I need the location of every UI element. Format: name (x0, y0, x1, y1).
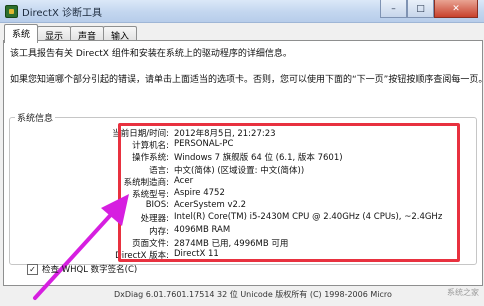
window-controls: – □ ✕ (380, 0, 478, 19)
maximize-button[interactable]: □ (407, 0, 434, 18)
whql-label: 检查 WHQL 数字签名(C) (42, 265, 138, 275)
pink-arrow-icon (33, 194, 129, 300)
system-info-label: 计算机名: (132, 141, 169, 152)
dxdiag-app-icon (5, 5, 18, 18)
system-info-row: 当前日期/时间: 2012年8月5日, 21:27:23 (4, 127, 474, 139)
title-bar: DirectX 诊断工具 – □ ✕ (0, 0, 484, 23)
window-title: DirectX 诊断工具 (22, 8, 102, 19)
tab-content-panel: 该工具报告有关 DirectX 组件和安装在系统上的驱动程序的详细信息。 如果您… (3, 40, 484, 300)
system-info-value: Acer (174, 175, 194, 186)
system-info-value: Intel(R) Core(TM) i5-2430M CPU @ 2.40GHz… (174, 212, 443, 223)
system-info-value: Windows 7 旗舰版 64 位 (6.1, 版本 7601) (174, 153, 343, 164)
tab-system[interactable]: 系统 (4, 24, 39, 43)
system-info-row: 计算机名: PERSONAL-PC (4, 139, 474, 151)
system-info-label: 处理器: (140, 214, 169, 225)
system-info-row: 语言: 中文(简体) (区域设置: 中文(简体)) (4, 164, 474, 176)
system-info-label: BIOS: (145, 200, 169, 211)
system-info-value: 2874MB 已用, 4996MB 可用 (174, 238, 289, 249)
close-button[interactable]: ✕ (434, 0, 478, 18)
watermark-text: 系统之家 (447, 288, 479, 297)
system-info-group-label: 系统信息 (15, 111, 56, 124)
system-info-label: 当前日期/时间: (112, 129, 169, 139)
intro-text-line1: 该工具报告有关 DirectX 组件和安装在系统上的驱动程序的详细信息。 (10, 49, 292, 59)
version-footer: DxDiag 6.01.7601.17514 32 位 Unicode 版权所有… (114, 290, 392, 299)
close-icon: ✕ (452, 3, 460, 14)
system-info-value: PERSONAL-PC (174, 139, 234, 150)
system-info-value: Aspire 4752 (174, 188, 225, 198)
system-info-label: 内存: (149, 226, 169, 237)
minimize-icon: – (391, 3, 396, 14)
minimize-button[interactable]: – (380, 0, 407, 18)
system-info-value: 中文(简体) (区域设置: 中文(简体)) (174, 165, 305, 176)
whql-checkbox[interactable]: ✓ (27, 263, 38, 275)
whql-check-option[interactable]: ✓ 检查 WHQL 数字签名(C) (27, 263, 137, 275)
system-info-value: DirectX 11 (174, 249, 219, 259)
system-info-value: 2012年8月5日, 21:27:23 (174, 129, 276, 139)
intro-text-line2: 如果您知道哪个部分引起的错误，请单击上面适当的选项卡。否则，您可以使用下面的“下… (10, 75, 484, 85)
system-info-row: 操作系统: Windows 7 旗舰版 64 位 (6.1, 版本 7601) (4, 151, 474, 163)
system-info-label: 操作系统: (132, 153, 169, 164)
maximize-icon: □ (416, 3, 425, 14)
system-info-value: 4096MB RAM (174, 224, 231, 235)
system-info-value: AcerSystem v2.2 (174, 200, 247, 211)
system-info-label: 语言: (149, 165, 169, 176)
